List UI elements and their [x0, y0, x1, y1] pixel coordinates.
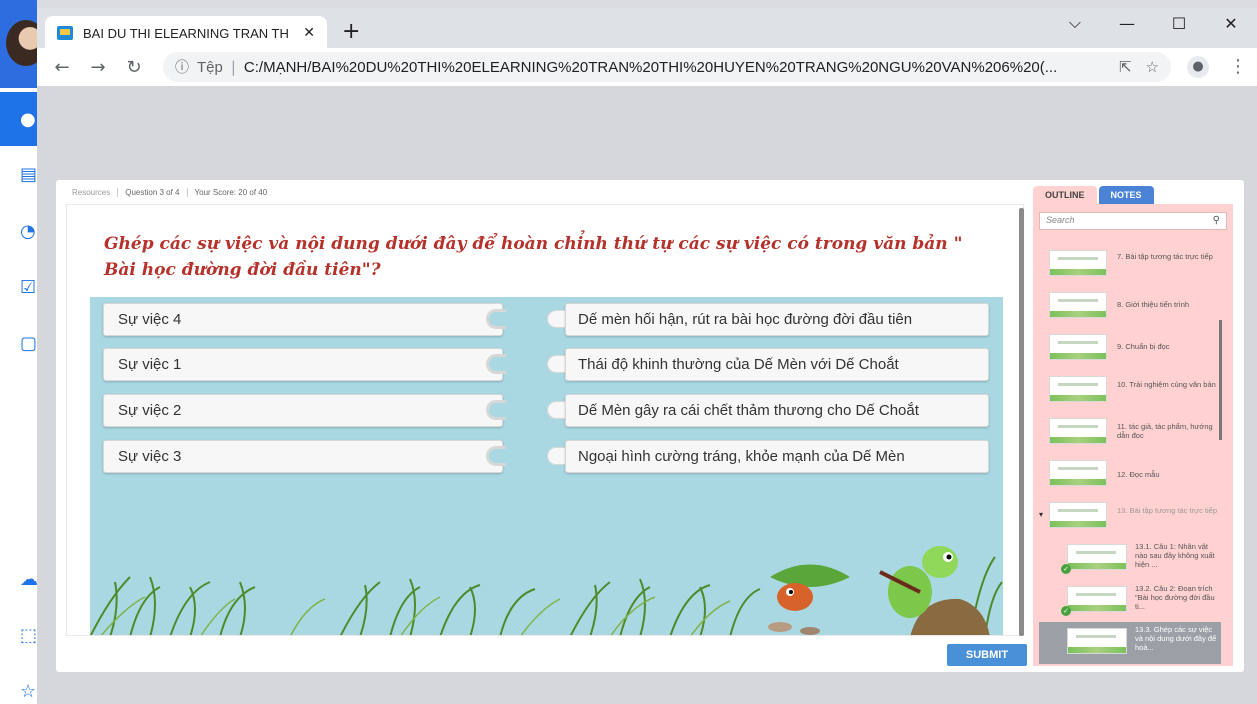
collapse-caret-icon[interactable]: ▾ [1039, 510, 1043, 519]
outline-item-label: 13.1. Câu 1: Nhân vật nào sau đây không … [1135, 542, 1215, 569]
completed-check-icon: ✓ [1061, 606, 1071, 616]
right-puzzle-piece[interactable]: Dế mèn hối hận, rút ra bài học đường đời… [565, 303, 989, 336]
outline-item[interactable]: 10. Trải nghiệm cùng văn bản [1039, 370, 1219, 410]
outline-subitem[interactable]: ✓ 13.2. Câu 2: Đoạn trích "Bài học đường… [1039, 580, 1219, 620]
minimize-button[interactable]: — [1101, 8, 1153, 38]
slide-thumbnail [1049, 418, 1107, 444]
outline-item-label: 9. Chuẩn bị đọc [1117, 342, 1170, 351]
outline-subitem[interactable]: ✓ 13.1. Câu 1: Nhân vật nào sau đây khôn… [1039, 538, 1219, 578]
outline-item[interactable]: 7. Bài tập tương tác trực tiếp [1039, 244, 1219, 284]
bookmark-star-icon[interactable]: ☆ [1146, 58, 1159, 76]
left-puzzle-piece[interactable]: Sự việc 1 [103, 348, 503, 381]
slide-thumbnail [1049, 334, 1107, 360]
app-sidebar: ● ▤ ◔ ☑ ▢ ☁ ⬚ ☆ [0, 0, 46, 704]
outline-subitem-active[interactable]: 13.3. Ghép các sự việc và nội dung dưới … [1039, 622, 1221, 664]
puzzle-socket-icon [486, 309, 506, 329]
outline-item[interactable]: 11. tác giả, tác phẩm, hướng dẫn đọc [1039, 412, 1219, 452]
slide-thumbnail [1067, 628, 1127, 654]
browser-tab[interactable]: BAI DU THI ELEARNING TRAN TH ✕ [45, 16, 327, 50]
outline-item-label: 12. Đọc mẫu [1117, 470, 1160, 479]
back-button[interactable]: ← [47, 57, 77, 78]
puzzle-socket-icon [486, 400, 506, 420]
slide-thumbnail [1067, 586, 1127, 612]
slide-thumbnail [1049, 292, 1107, 318]
sidebar-tabs: OUTLINE NOTES [1033, 186, 1154, 206]
tab-title: BAI DU THI ELEARNING TRAN TH [83, 25, 289, 41]
resources-link[interactable]: Resources [72, 188, 119, 197]
outline-scrollbar[interactable] [1219, 320, 1222, 440]
outline-item-label: 8. Giới thiệu tiến trình [1117, 300, 1190, 309]
question-text: Ghép các sự việc và nội dung dưới đây để… [104, 234, 963, 280]
share-icon[interactable]: ⇱ [1119, 58, 1132, 76]
player-meta-bar: Resources Question 3 of 4 Your Score: 20… [72, 188, 274, 197]
maximize-button[interactable]: ☐ [1153, 8, 1205, 38]
url-separator: | [230, 58, 236, 76]
question-counter: Question 3 of 4 [118, 188, 188, 197]
completed-check-icon: ✓ [1061, 564, 1071, 574]
protocol-label: Tệp [197, 58, 223, 76]
right-puzzle-piece[interactable]: Thái độ khinh thường của Dế Mèn với Dế C… [565, 348, 989, 381]
outline-panel: Search ⚲ 7. Bài tập tương tác trực tiếp … [1033, 204, 1233, 666]
matching-board: Sự việc 4 Dế mèn hối hận, rút ra bài học… [90, 297, 1003, 635]
favicon-icon [57, 26, 73, 40]
left-puzzle-piece[interactable]: Sự việc 2 [103, 394, 503, 427]
forward-button[interactable]: → [83, 57, 113, 78]
outline-item-label: 13.3. Ghép các sự việc và nội dung dưới … [1135, 625, 1217, 652]
new-tab-button[interactable]: + [342, 20, 360, 44]
outline-item[interactable]: 9. Chuẩn bị đọc [1039, 328, 1219, 368]
window-controls: ⌵ — ☐ ✕ [1049, 8, 1257, 42]
search-placeholder: Search [1046, 215, 1075, 225]
outline-item-label: 10. Trải nghiệm cùng văn bản [1117, 380, 1216, 389]
url-text[interactable]: C:/MẠNH/BAI%20DU%20THI%20ELEARNING%20TRA… [244, 59, 1105, 76]
slide-area: Ghép các sự việc và nội dung dưới đây để… [66, 204, 1024, 636]
outline-sidebar: OUTLINE NOTES Search ⚲ 7. Bài tập tương … [1033, 184, 1237, 668]
outline-item[interactable]: 12. Đọc mẫu [1039, 454, 1219, 494]
right-puzzle-piece[interactable]: Ngoại hình cường tráng, khỏe mạnh của Dế… [565, 440, 989, 473]
grass-cricket-illustration [90, 546, 1003, 635]
close-window-button[interactable]: ✕ [1205, 8, 1257, 38]
elearning-player: Resources Question 3 of 4 Your Score: 20… [56, 180, 1244, 672]
info-icon[interactable]: ⓘ [175, 57, 189, 77]
right-puzzle-piece[interactable]: Dế Mèn gây ra cái chết thảm thương cho D… [565, 394, 989, 427]
slide-thumbnail [1049, 376, 1107, 402]
outline-item-label: 7. Bài tập tương tác trực tiếp [1117, 252, 1213, 261]
slide-thumbnail [1049, 502, 1107, 528]
submit-button[interactable]: SUBMIT [947, 644, 1027, 666]
profile-icon[interactable]: ● [1187, 56, 1209, 78]
chat-nav-item[interactable]: ● [0, 92, 37, 146]
puzzle-socket-icon [486, 354, 506, 374]
slide-scrollbar[interactable] [1019, 208, 1024, 636]
browser-window: BAI DU THI ELEARNING TRAN TH ✕ + ⌵ — ☐ ✕… [37, 8, 1257, 704]
slide-thumbnail [1067, 544, 1127, 570]
left-puzzle-piece[interactable]: Sự việc 4 [103, 303, 503, 336]
left-puzzle-piece[interactable]: Sự việc 3 [103, 440, 503, 473]
browser-toolbar: ← → ↻ ⓘ Tệp | C:/MẠNH/BAI%20DU%20THI%20E… [37, 48, 1257, 86]
outline-search-input[interactable]: Search ⚲ [1039, 212, 1227, 230]
puzzle-socket-icon [486, 446, 506, 466]
outline-item[interactable]: ▾ 13. Bài tập tương tác trực tiếp [1039, 496, 1219, 536]
page-viewport: Resources Question 3 of 4 Your Score: 20… [37, 86, 1257, 704]
outline-item-label: 13. Bài tập tương tác trực tiếp [1117, 506, 1218, 515]
search-icon[interactable]: ⚲ [1213, 215, 1220, 226]
tab-close-button[interactable]: ✕ [303, 25, 315, 41]
score-display: Your Score: 20 of 40 [194, 188, 268, 197]
slide-thumbnail [1049, 460, 1107, 486]
menu-icon[interactable]: ⋮ [1229, 56, 1247, 77]
address-bar[interactable]: ⓘ Tệp | C:/MẠNH/BAI%20DU%20THI%20ELEARNI… [163, 52, 1171, 82]
outline-item[interactable]: 8. Giới thiệu tiến trình [1039, 286, 1219, 326]
tab-notes[interactable]: NOTES [1098, 186, 1154, 206]
outline-item-label: 11. tác giả, tác phẩm, hướng dẫn đọc [1117, 422, 1213, 440]
slide-thumbnail [1049, 250, 1107, 276]
tab-strip: BAI DU THI ELEARNING TRAN TH ✕ + ⌵ — ☐ ✕ [37, 8, 1257, 50]
outline-item-label: 13.2. Câu 2: Đoạn trích "Bài học đường đ… [1135, 584, 1215, 611]
reload-button[interactable]: ↻ [119, 57, 149, 78]
tab-outline[interactable]: OUTLINE [1033, 186, 1097, 206]
tab-search-button[interactable]: ⌵ [1049, 8, 1101, 38]
chat-icon: ● [20, 108, 36, 130]
